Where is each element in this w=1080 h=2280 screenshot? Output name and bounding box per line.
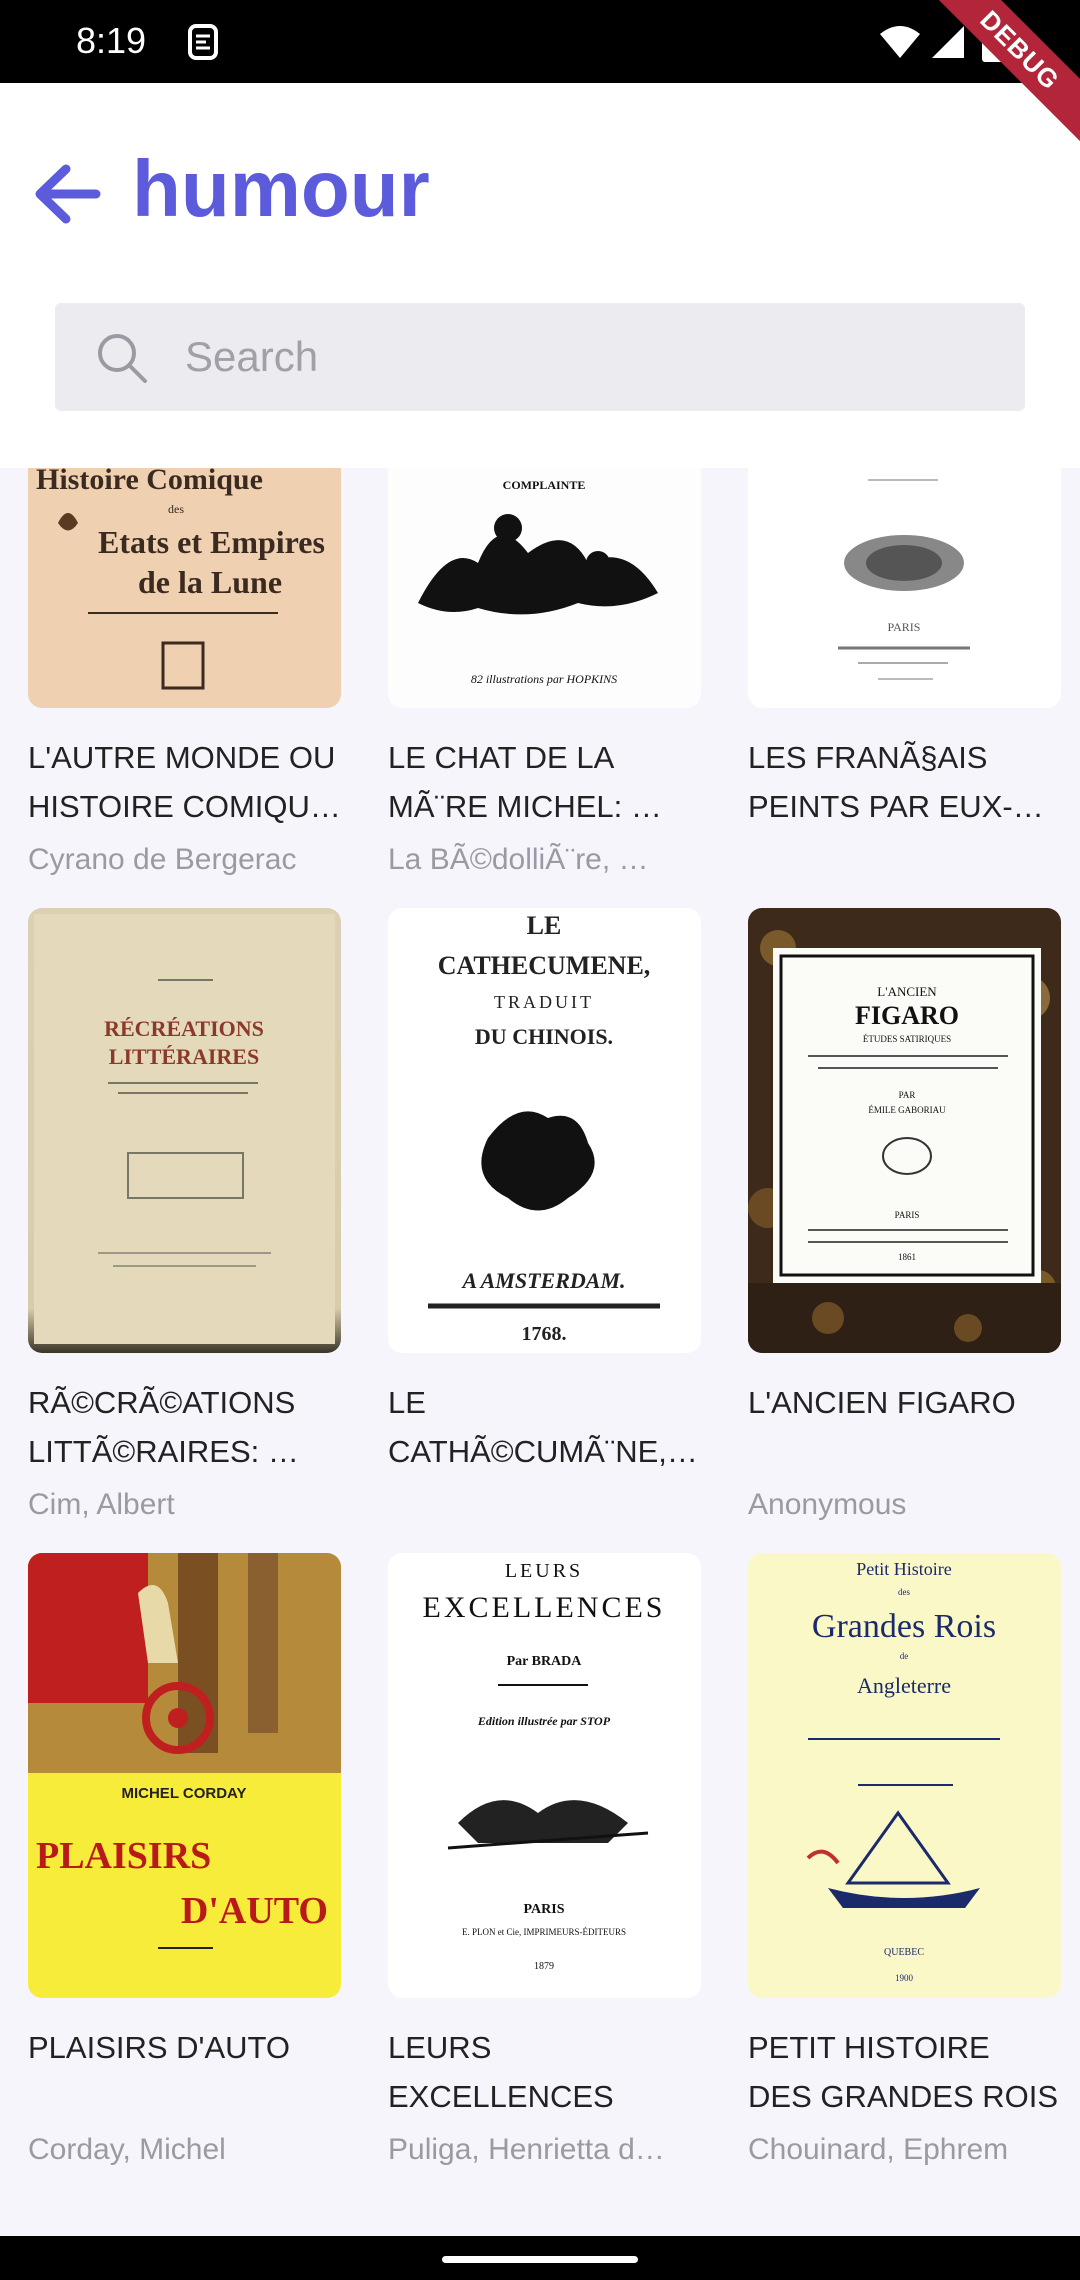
book-author: Corday, Michel [28,2133,226,2166]
svg-text:QUEBEC: QUEBEC [884,1947,924,1958]
svg-text:RÉCRÉATIONS: RÉCRÉATIONS [104,1016,264,1041]
svg-text:82 illustrations par HOPKINS: 82 illustrations par HOPKINS [471,672,617,686]
svg-text:LEURS: LEURS [505,1560,583,1582]
svg-text:CATHECUMENE,: CATHECUMENE, [438,951,651,980]
svg-text:de: de [900,1651,909,1661]
book-card[interactable]: MICHEL CORDAY PLAISIRS D'AUTO PLAISIRS D… [28,1553,341,2198]
book-card[interactable]: LE CATHECUMENE, TRADUIT DU CHINOIS. A AM… [388,908,701,1553]
svg-text:MICHEL CORDAY: MICHEL CORDAY [121,1785,246,1802]
book-card[interactable]: Histoire Comique des Etats et Empires de… [28,468,341,908]
search-input[interactable] [185,303,985,411]
search-icon [98,334,147,383]
book-card[interactable]: LEURS EXCELLENCES Par BRADA Edition illu… [388,1553,701,2198]
svg-text:EXCELLENCES: EXCELLENCES [423,1591,666,1624]
app-bar: humour [0,83,1080,468]
svg-text:Etats et Empires: Etats et Empires [98,524,325,560]
book-grid: Histoire Comique des Etats et Empires de… [28,468,1062,2198]
book-cover: RÉCRÉATIONS LITTÉRAIRES [28,908,341,1353]
signal-icon [932,26,964,58]
book-title: L'ANCIEN FIGARO [748,1385,1016,1420]
book-author: La BÃ©dolliÃ¨re, … [388,843,649,876]
svg-text:TRADUIT: TRADUIT [494,992,594,1012]
svg-text:Grandes Rois: Grandes Rois [812,1608,996,1645]
book-cover: Histoire Comique des Etats et Empires de… [28,468,341,708]
svg-text:Angleterre: Angleterre [857,1673,951,1698]
status-time: 8:19 [76,20,147,61]
svg-text:PARIS: PARIS [895,1210,920,1220]
book-cover: MICHEL CORDAY PLAISIRS D'AUTO [28,1553,341,1998]
svg-text:FIGARO: FIGARO [855,1001,959,1030]
book-card[interactable]: Petit Histoire des Grandes Rois de Angle… [748,1553,1061,2198]
book-card[interactable]: PARIS LES FRANÃ§AIS PEINTS PAR EUX-… [748,468,1061,908]
book-card[interactable]: L'ANCIEN FIGARO ÉTUDES SATIRIQUES PAR ÉM… [748,908,1061,1553]
svg-text:LITTÉRAIRES: LITTÉRAIRES [109,1044,259,1069]
book-title: LE CATHÃ©CUMÃ¨NE,… [388,1385,698,1469]
book-grid-container[interactable]: Histoire Comique des Etats et Empires de… [0,468,1080,2236]
search-bar[interactable] [55,303,1025,411]
svg-text:Par BRADA: Par BRADA [507,1654,583,1669]
book-title: L'AUTRE MONDE OU HISTOIRE COMIQU… [28,740,341,824]
svg-text:Petit Histoire: Petit Histoire [856,1559,952,1579]
wifi-icon [880,26,920,58]
book-card[interactable]: RÉCRÉATIONS LITTÉRAIRES RÃ©CRÃ©ATIONS LI… [28,908,341,1553]
svg-text:des: des [898,1587,910,1597]
book-title: LEURS EXCELLENCES [388,2030,614,2114]
page-title: humour [132,144,430,233]
svg-text:D'AUTO: D'AUTO [181,1890,328,1932]
svg-text:ÉTUDES SATIRIQUES: ÉTUDES SATIRIQUES [863,1034,951,1044]
svg-text:COMPLAINTE: COMPLAINTE [503,478,586,492]
book-title: LES FRANÃ§AIS PEINTS PAR EUX-… [748,740,1044,824]
book-title: RÃ©CRÃ©ATIONS LITTÃ©RAIRES: … [28,1385,299,1469]
book-cover: COMPLAINTE 82 illustrations par HOPKINS [388,468,701,708]
book-cover: PARIS [748,468,1061,708]
svg-text:ÉMILE GABORIAU: ÉMILE GABORIAU [868,1105,946,1115]
svg-text:E. PLON et Cie, IMPRIMEURS-ÉDI: E. PLON et Cie, IMPRIMEURS-ÉDITEURS [462,1927,626,1937]
status-bar: 8:19 [0,0,1080,83]
notification-app-icon [188,24,218,60]
book-cover: Petit Histoire des Grandes Rois de Angle… [748,1553,1061,1998]
svg-text:1879: 1879 [534,1961,554,1972]
svg-text:Histoire Comique: Histoire Comique [36,468,263,496]
book-cover: L'ANCIEN FIGARO ÉTUDES SATIRIQUES PAR ÉM… [748,908,1061,1353]
svg-text:1900: 1900 [895,1973,914,1983]
book-title: PLAISIRS D'AUTO [28,2030,291,2065]
book-title: PETIT HISTOIRE DES GRANDES ROIS DE … [748,2030,1059,2114]
svg-text:1768.: 1768. [522,1323,567,1345]
svg-text:1861: 1861 [898,1252,916,1262]
book-author: Cim, Albert [28,1488,175,1521]
book-cover: LEURS EXCELLENCES Par BRADA Edition illu… [388,1553,701,1998]
svg-text:PARIS: PARIS [888,620,921,634]
book-author: Chouinard, Ephrem [748,2133,1009,2166]
system-nav-bar [0,2236,1080,2280]
book-title: LE CHAT DE LA MÃ¨RE MICHEL: … [388,740,662,824]
svg-text:des: des [168,502,184,516]
svg-text:DU CHINOIS.: DU CHINOIS. [475,1024,613,1049]
svg-text:LE: LE [527,911,562,940]
svg-text:A AMSTERDAM.: A AMSTERDAM. [460,1268,625,1293]
svg-text:Edition illustrée par STOP: Edition illustrée par STOP [477,1714,611,1728]
book-cover: LE CATHECUMENE, TRADUIT DU CHINOIS. A AM… [388,908,701,1353]
book-author: Anonymous [748,1488,907,1521]
book-author: Cyrano de Bergerac [28,843,297,876]
book-author: Puliga, Henrietta d… [388,2133,665,2166]
svg-text:de la Lune: de la Lune [138,564,282,600]
home-gesture-handle[interactable] [442,2256,638,2263]
svg-text:PAR: PAR [899,1090,916,1100]
svg-text:PLAISIRS: PLAISIRS [36,1835,211,1877]
svg-text:L'ANCIEN: L'ANCIEN [877,984,937,999]
book-card[interactable]: COMPLAINTE 82 illustrations par HOPKINS … [388,468,701,908]
svg-text:PARIS: PARIS [524,1902,565,1917]
back-arrow-icon[interactable] [30,157,104,231]
